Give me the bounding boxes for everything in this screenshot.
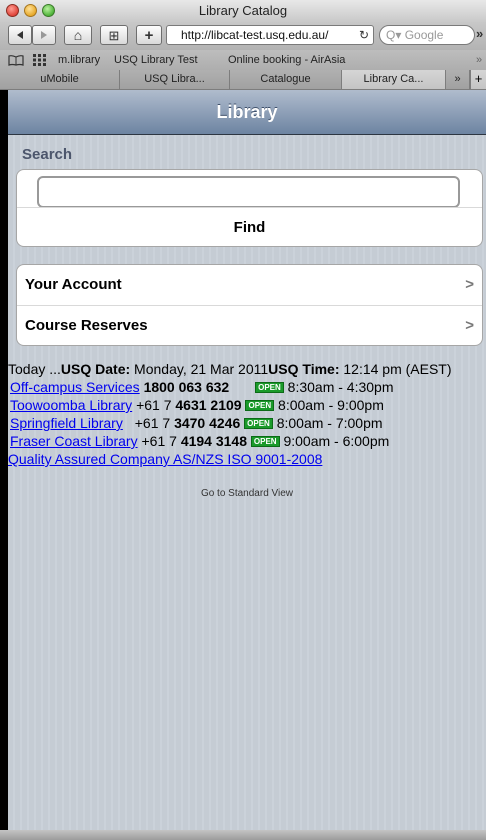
tab-catalogue[interactable]: Catalogue (230, 70, 342, 89)
springfield-library-link[interactable]: Springfield Library (10, 415, 123, 431)
toowoomba-library-link[interactable]: Toowoomba Library (10, 397, 132, 413)
time-value: 12:14 pm (AEST) (339, 361, 452, 377)
home-icon: ⌂ (73, 27, 83, 43)
toolbar-overflow-icon[interactable]: » (476, 26, 483, 41)
date-label: USQ Date: (60, 361, 131, 377)
phone-prefix: +61 7 (141, 433, 181, 449)
tab-bar: uMobile USQ Libra... Catalogue Library C… (0, 70, 486, 90)
library-info: Today ...USQ Date: Monday, 21 Mar 2011US… (8, 360, 486, 468)
today-line: Today ...USQ Date: Monday, 21 Mar 2011US… (8, 360, 486, 378)
new-tab-icon[interactable]: + (470, 70, 486, 89)
open-badge: OPEN (255, 382, 284, 393)
close-window-icon[interactable] (6, 4, 19, 17)
address-bar[interactable]: http://libcat-test.usq.edu.au/ ↻ (166, 25, 374, 45)
back-arrow-icon (17, 31, 23, 39)
open-badge: OPEN (244, 418, 273, 429)
time-label: USQ Time: (268, 361, 340, 377)
open-badge: OPEN (250, 436, 280, 447)
bookmarks-button[interactable]: ⊞ (100, 25, 128, 45)
plus-icon: + (144, 27, 154, 44)
catalog-search-input[interactable] (37, 176, 460, 208)
date-value: Monday, 21 Mar 2011 (130, 361, 269, 377)
service-row-springfield: Springfield Library +61 7 3470 4246 OPEN… (8, 414, 486, 432)
add-bookmark-button[interactable]: + (136, 25, 162, 45)
status-bar (0, 830, 486, 840)
standard-view-link[interactable]: Go to Standard View (8, 488, 486, 499)
phone-number: 4631 2109 (175, 397, 242, 413)
bookmark-usq-library-test[interactable]: USQ Library Test (114, 50, 198, 70)
opening-hours: 8:30am - 4:30pm (287, 379, 394, 395)
menu-list: Your Account > Course Reserves > (16, 264, 483, 346)
phone-number: 1800 063 632 (143, 379, 230, 395)
search-label: Search (22, 146, 73, 163)
quality-assured-link[interactable]: Quality Assured Company AS/NZS ISO 9001-… (8, 451, 322, 467)
page-title: Library (8, 90, 486, 135)
menu-item-course-reserves[interactable]: Course Reserves > (17, 305, 482, 345)
title-bar: Library Catalog (0, 0, 486, 22)
tab-library-catalog[interactable]: Library Ca... (342, 70, 446, 89)
window-controls (6, 4, 55, 17)
opening-hours: 9:00am - 6:00pm (283, 433, 390, 449)
window-title: Library Catalog (198, 3, 288, 18)
zoom-window-icon[interactable] (42, 4, 55, 17)
browser-window: Library Catalog ⌂ ⊞ + http://libcat-test… (0, 0, 486, 840)
bookmarks-bar: m.library USQ Library Test Online bookin… (0, 50, 486, 70)
find-button[interactable]: Find (17, 208, 482, 246)
service-row-fraser-coast: Fraser Coast Library +61 7 4194 3148 OPE… (8, 432, 486, 450)
tab-usq-library[interactable]: USQ Libra... (120, 70, 230, 89)
forward-arrow-icon (41, 31, 47, 39)
tabs-overflow-icon[interactable]: » (446, 70, 470, 89)
home-button[interactable]: ⌂ (64, 25, 92, 45)
bookmark-online-booking[interactable]: Online booking - AirAsia (228, 50, 345, 70)
opening-hours: 8:00am - 7:00pm (276, 415, 383, 431)
service-row-off-campus: Off-campus Services 1800 063 632 OPEN 8:… (8, 378, 486, 396)
browser-toolbar: ⌂ ⊞ + http://libcat-test.usq.edu.au/ ↻ Q… (0, 22, 486, 50)
off-campus-services-link[interactable]: Off-campus Services (10, 379, 140, 395)
page-left-edge (0, 90, 8, 830)
today-prefix: Today ... (8, 361, 61, 377)
minimize-window-icon[interactable] (24, 4, 37, 17)
search-placeholder: Q▾ Google (386, 28, 444, 42)
quality-row: Quality Assured Company AS/NZS ISO 9001-… (8, 450, 486, 468)
phone-number: 4194 3148 (180, 433, 247, 449)
chevron-right-icon: > (465, 276, 474, 293)
menu-item-your-account[interactable]: Your Account > (17, 265, 482, 305)
search-form: Find (16, 169, 483, 247)
phone-prefix: +61 7 (136, 397, 176, 413)
web-page: Library Search Find Your Account > Cours… (8, 90, 486, 830)
chevron-right-icon: > (465, 317, 474, 334)
open-badge: OPEN (245, 400, 275, 411)
opening-hours: 8:00am - 9:00pm (278, 397, 384, 413)
menu-item-label: Course Reserves (25, 317, 148, 334)
search-field[interactable]: Q▾ Google (379, 25, 475, 45)
service-row-toowoomba: Toowoomba Library +61 7 4631 2109 OPEN 8… (8, 396, 486, 414)
phone-number: 3470 4246 (174, 415, 241, 431)
phone-prefix: +61 7 (134, 415, 175, 431)
bookmarks-overflow-icon[interactable]: » (476, 50, 482, 70)
forward-button[interactable] (32, 25, 56, 45)
fraser-coast-library-link[interactable]: Fraser Coast Library (10, 433, 138, 449)
url-text: http://libcat-test.usq.edu.au/ (181, 28, 329, 42)
back-button[interactable] (8, 25, 32, 45)
tab-umobile[interactable]: uMobile (0, 70, 120, 89)
menu-item-label: Your Account (25, 276, 122, 293)
bookmarks-icon: ⊞ (108, 28, 120, 43)
reload-icon[interactable]: ↻ (359, 26, 369, 44)
bookmark-m-library[interactable]: m.library (58, 50, 100, 70)
